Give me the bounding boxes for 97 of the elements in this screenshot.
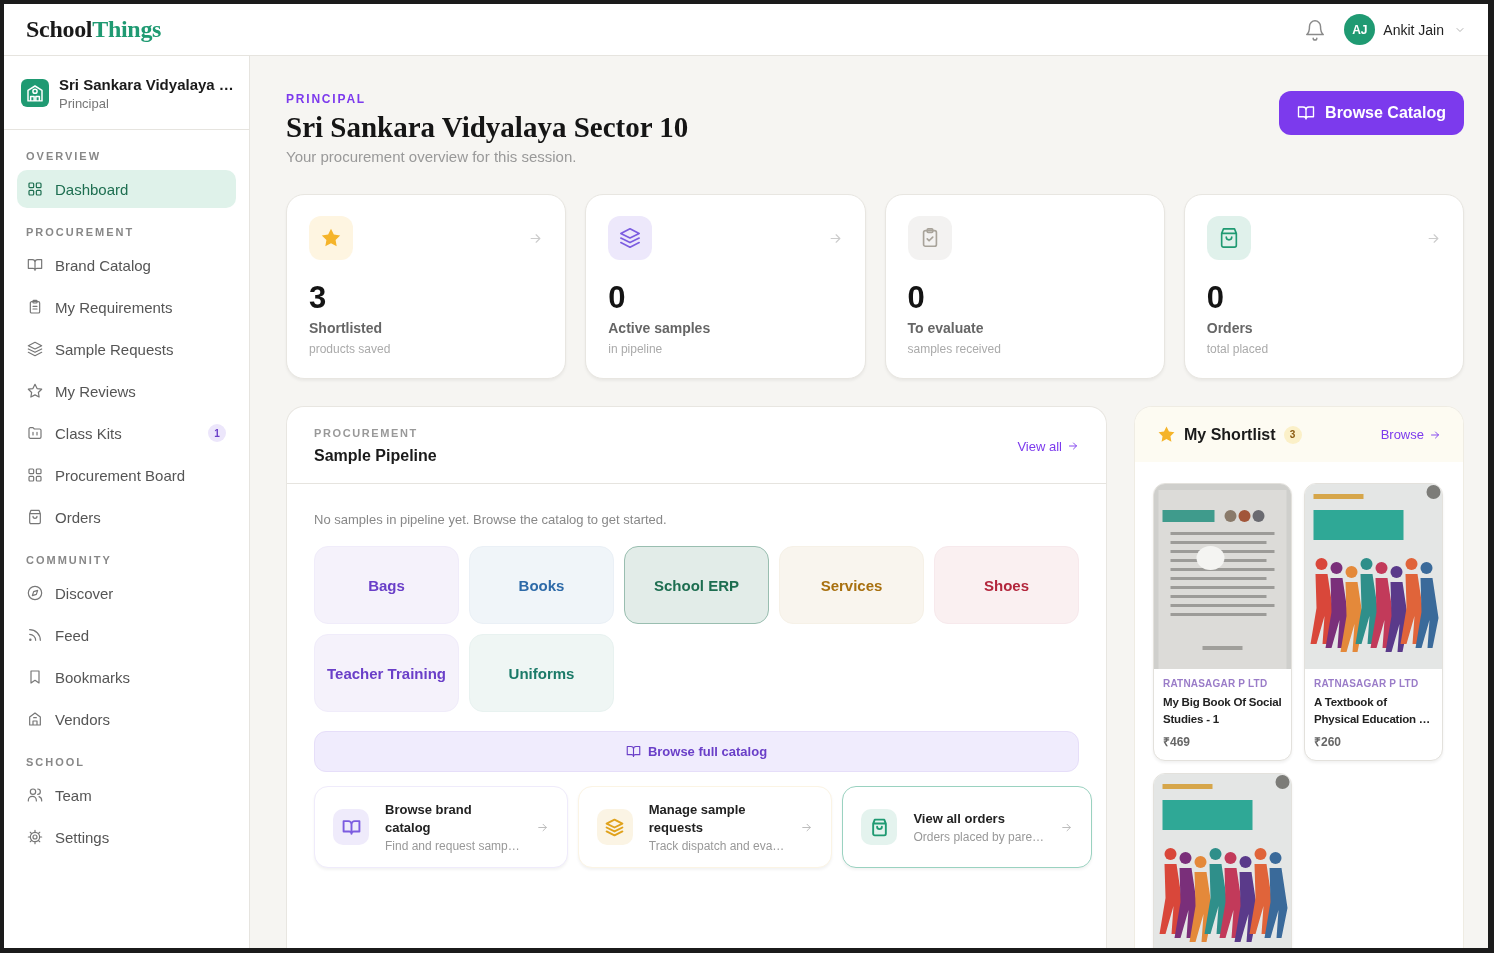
category-tile[interactable]: Uniforms [469, 634, 614, 712]
stat-card[interactable]: 3 Shortlisted products saved [286, 194, 567, 379]
building-icon [27, 711, 43, 727]
panel-title: My Shortlist [1184, 425, 1276, 444]
category-tile[interactable]: Teacher Training [314, 634, 459, 712]
nav-item[interactable]: Team [17, 776, 236, 814]
nav-item[interactable]: Dashboard [17, 170, 236, 208]
bookmark-icon [27, 669, 43, 685]
nav-item[interactable]: Bookmarks [17, 658, 236, 696]
book-icon [27, 257, 43, 273]
stat-caption: samples received [907, 342, 1002, 356]
bag-icon [27, 509, 43, 525]
category-tile[interactable]: Services [779, 546, 924, 624]
grid-icon [27, 467, 43, 483]
quick-action-card[interactable]: Browse brand catalog Find and request samp… [314, 786, 568, 868]
users-icon [27, 787, 43, 803]
product-card[interactable]: RATNASAGAR P LTD A Textbook of Physical Education … ₹260 [1304, 483, 1443, 761]
book-icon [1297, 104, 1316, 122]
stat-label: Shortlisted [309, 320, 384, 336]
stat-value: 0 [907, 280, 926, 316]
category-tile[interactable]: Bags [314, 546, 459, 624]
book-icon [625, 744, 641, 759]
rss-icon [27, 627, 43, 643]
nav-item[interactable]: Feed [17, 616, 236, 654]
nav-item[interactable]: Class Kits 1 [17, 414, 236, 452]
stat-caption: products saved [309, 342, 392, 356]
stat-label: To evaluate [907, 320, 985, 336]
section-heading: PROCUREMENT [25, 225, 136, 240]
product-card[interactable]: RATNASAGAR P LTD My Big Book Of Social Studies - 1 ₹469 [1153, 483, 1292, 761]
action-title: Manage sample requests [648, 801, 747, 837]
nav-item[interactable]: Procurement Board [17, 456, 236, 494]
product-price: ₹260 [1314, 734, 1343, 750]
empty-message: No samples in pipeline yet. Browse the catalog to get started. [314, 512, 668, 527]
stat-card[interactable]: 0 Orders total placed [1183, 194, 1464, 379]
section-heading: OVERVIEW [25, 149, 103, 164]
stat-card[interactable]: 0 Active samples in pipeline [585, 194, 866, 379]
folder-icon [27, 425, 43, 441]
nav-item[interactable]: Settings [17, 818, 236, 856]
stat-caption: in pipeline [608, 342, 664, 356]
vendor-name: RATNASAGAR P LTD [1163, 678, 1269, 689]
action-title: View all orders [913, 810, 1006, 828]
quick-action-card[interactable]: View all orders Orders placed by pare… [842, 786, 1093, 868]
notification-bell-icon[interactable] [1304, 18, 1327, 41]
nav-item[interactable]: My Requirements [17, 288, 236, 326]
user-name: Ankit Jain [1383, 21, 1444, 38]
browse-link[interactable]: Browse [1380, 427, 1441, 442]
category-tile[interactable]: Shoes [934, 546, 1079, 624]
stat-value: 0 [1206, 280, 1225, 316]
nav-item[interactable]: My Reviews [17, 372, 236, 410]
action-subtitle: Orders placed by pare… [913, 830, 1045, 844]
user-menu[interactable]: AJ Ankit Jain [1344, 14, 1466, 45]
layers-icon [27, 341, 43, 357]
star-icon [27, 383, 43, 399]
nav-item[interactable]: Orders [17, 498, 236, 536]
action-subtitle: Find and request samp… [385, 839, 520, 853]
nav-item[interactable]: Sample Requests [17, 330, 236, 368]
role-label: PRINCIPAL [286, 92, 367, 106]
product-name: A Textbook of Physical Education … [1314, 695, 1432, 727]
browse-catalog-button[interactable]: Browse Catalog [1279, 91, 1464, 135]
stat-value: 0 [608, 280, 627, 316]
stat-label: Active samples [608, 320, 712, 336]
school-name: Sri Sankara Vidyalaya … [59, 75, 234, 93]
clipboard-icon [27, 299, 43, 315]
arrow-icon [1067, 440, 1079, 452]
grid-icon [27, 181, 43, 197]
count-badge: 3 [1283, 425, 1302, 444]
nav-item[interactable]: Discover [17, 574, 236, 612]
compass-icon [27, 585, 43, 601]
section-heading: SCHOOL [25, 755, 87, 770]
category-tile[interactable]: School ERP [624, 546, 769, 624]
user-role: Principal [59, 95, 110, 111]
section-eyebrow: PROCUREMENT [314, 427, 419, 439]
settings-icon [27, 829, 43, 845]
nav-item[interactable]: Brand Catalog [17, 246, 236, 284]
star-icon [1157, 425, 1176, 444]
stat-card[interactable]: 0 To evaluate samples received [884, 194, 1165, 379]
page-subtitle: Your procurement overview for this session. [286, 148, 578, 165]
avatar: AJ [1344, 14, 1376, 45]
view-all-link[interactable]: View all [1017, 438, 1079, 454]
stat-value: 3 [309, 280, 328, 316]
action-title: Browse brand catalog [385, 801, 473, 837]
action-subtitle: Track dispatch and eva… [648, 839, 785, 853]
quick-action-card[interactable]: Manage sample requests Track dispatch and eva… [577, 786, 833, 868]
product-name: My Big Book Of Social Studies - 1 [1163, 695, 1282, 727]
browse-full-catalog-button[interactable]: Browse full catalog [314, 731, 1079, 772]
vendor-name: RATNASAGAR P LTD [1314, 678, 1420, 689]
stat-label: Orders [1206, 320, 1254, 336]
logo: SchoolThings [26, 16, 162, 43]
section-heading: COMMUNITY [25, 553, 113, 568]
category-tile[interactable]: Books [469, 546, 614, 624]
page-title: Sri Sankara Vidyalaya Sector 10 [286, 111, 689, 144]
arrow-icon [1429, 428, 1441, 441]
stat-caption: total placed [1206, 342, 1270, 356]
nav-item[interactable]: Vendors [17, 700, 236, 738]
panel-title: Sample Pipeline [314, 447, 437, 465]
count-badge: 1 [208, 424, 226, 442]
product-price: ₹469 [1163, 734, 1192, 750]
